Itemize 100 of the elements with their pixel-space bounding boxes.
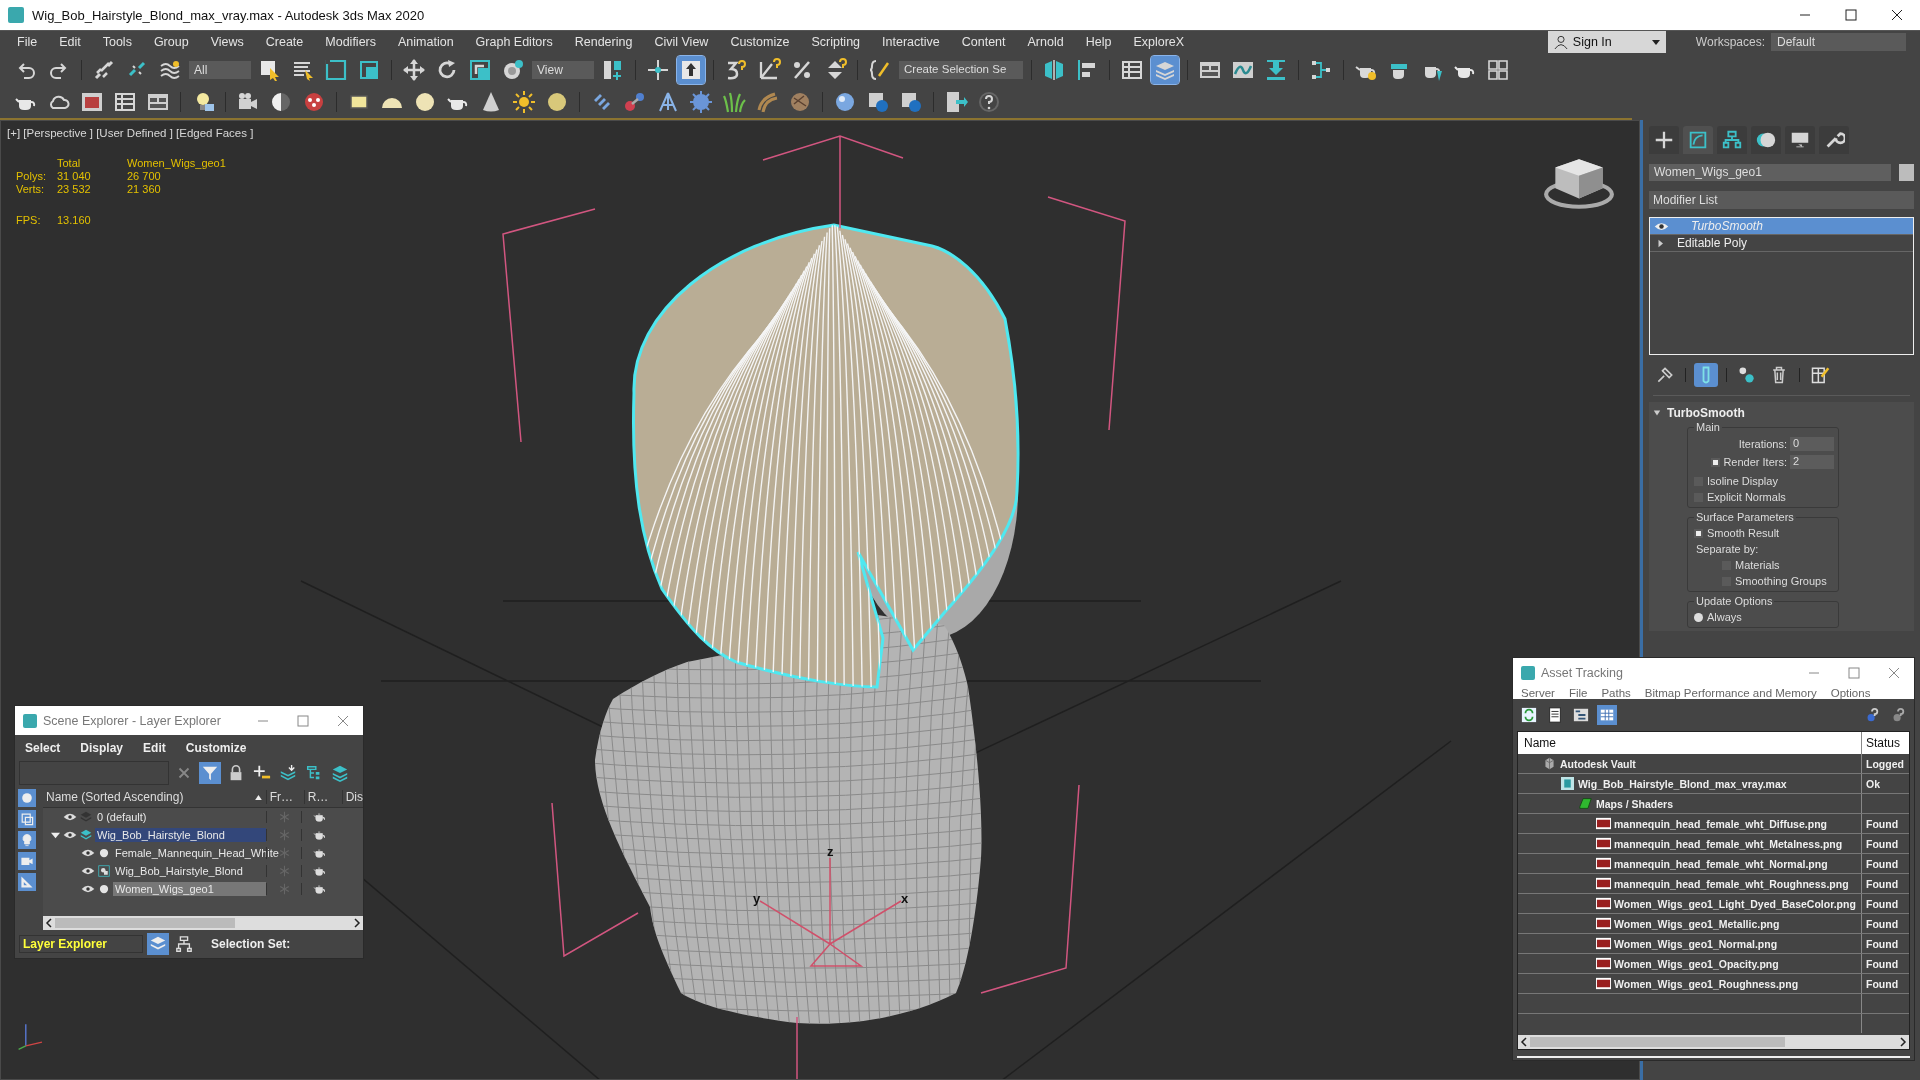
named-selection-field[interactable]: Create Selection Se xyxy=(899,60,1023,79)
scrollbar-thumb[interactable] xyxy=(55,918,235,928)
wrench-icon[interactable] xyxy=(1819,126,1849,154)
always-radio[interactable] xyxy=(1694,612,1703,622)
user-icon xyxy=(1553,35,1568,49)
menu-item[interactable]: Help xyxy=(1074,35,1123,49)
explorer-type-dropdown[interactable]: Layer Explorer xyxy=(19,935,143,953)
menu-item[interactable]: Display xyxy=(80,741,124,759)
scroll-right-icon[interactable] xyxy=(1897,1036,1909,1048)
object-name[interactable]: Women_Wigs_geo1 xyxy=(113,882,266,896)
hierarchy-icon[interactable] xyxy=(173,933,195,955)
menu-item[interactable]: Server xyxy=(1521,687,1555,699)
ruler-icon[interactable] xyxy=(18,873,36,891)
object-color-swatch[interactable] xyxy=(1899,164,1914,181)
menu-item[interactable]: Tools xyxy=(91,35,143,49)
object-name[interactable]: Female_Mannequin_Head_White xyxy=(113,846,281,860)
display-icon[interactable] xyxy=(1785,126,1815,154)
menu-item[interactable]: Edit xyxy=(48,35,92,49)
iterations-spinner[interactable]: 0 xyxy=(1790,437,1834,451)
eye-icon[interactable] xyxy=(63,812,77,822)
menu-item[interactable]: Rendering xyxy=(563,35,644,49)
camera-icon[interactable] xyxy=(18,852,36,870)
render-iters-spinner[interactable]: 2 xyxy=(1790,455,1834,469)
teapot-icon[interactable] xyxy=(312,883,326,895)
collapse-triangle-icon[interactable] xyxy=(1653,409,1661,417)
eye-icon[interactable] xyxy=(81,848,95,858)
filter-icon[interactable] xyxy=(199,762,221,784)
checkbox-label: Materials xyxy=(1735,559,1780,571)
layers-icon xyxy=(80,811,92,823)
menu-item[interactable]: Paths xyxy=(1601,687,1631,699)
menu-item[interactable]: Create xyxy=(254,35,315,49)
menu-item[interactable]: Scripting xyxy=(800,35,872,49)
menu-item[interactable]: Views xyxy=(199,35,255,49)
reference-coordinate-dropdown[interactable]: View xyxy=(532,60,594,79)
menu-item[interactable]: Options xyxy=(1830,687,1871,699)
modifier-stack-item[interactable]: Editable Poly xyxy=(1650,235,1913,252)
table-view-icon[interactable] xyxy=(1597,705,1617,725)
show-end-result-icon[interactable] xyxy=(1694,363,1718,387)
render-iters-checkbox[interactable] xyxy=(1711,457,1721,467)
teapot-icon[interactable] xyxy=(312,811,326,823)
refresh-icon[interactable] xyxy=(1519,705,1539,725)
eye-icon[interactable] xyxy=(81,866,95,876)
workspaces-dropdown[interactable]: Default xyxy=(1771,33,1906,51)
teapot-icon[interactable] xyxy=(312,829,326,841)
modifier-list-dropdown[interactable]: Modifier List xyxy=(1649,191,1914,209)
menu-item[interactable]: ExploreX xyxy=(1122,35,1196,49)
menu-item[interactable]: File xyxy=(6,35,49,49)
asset-name[interactable]: Autodesk Vault xyxy=(1560,757,1636,770)
snowflake-icon[interactable] xyxy=(277,847,291,859)
eye-icon[interactable] xyxy=(81,884,95,894)
sign-in-dropdown[interactable]: Sign In xyxy=(1547,31,1666,53)
menu-item[interactable]: Edit xyxy=(143,741,166,759)
scroll-left-icon[interactable] xyxy=(1518,1036,1530,1048)
object-name-field[interactable]: Women_Wigs_geo1 xyxy=(1649,164,1891,181)
image-file-icon xyxy=(1596,957,1611,970)
column-header[interactable]: Fr… xyxy=(265,790,304,804)
menu-item[interactable]: File xyxy=(1568,687,1588,699)
menu-item[interactable]: Select xyxy=(25,741,61,759)
expand-triangle-icon[interactable] xyxy=(51,830,60,840)
eye-icon[interactable] xyxy=(1654,220,1669,232)
menu-item[interactable]: Interactive xyxy=(871,35,951,49)
sort-ascending-icon xyxy=(254,794,262,800)
scroll-left-icon[interactable] xyxy=(43,917,55,929)
menu-item[interactable]: Customize xyxy=(719,35,801,49)
scroll-right-icon[interactable] xyxy=(351,917,363,929)
sun-icon[interactable] xyxy=(510,88,538,116)
keyboard-override-icon[interactable] xyxy=(677,55,705,84)
menu-item[interactable]: Arnold xyxy=(1016,35,1075,49)
image-file-icon xyxy=(1596,817,1611,830)
column-header[interactable]: Name (Sorted Ascending) xyxy=(43,790,265,804)
column-header[interactable]: Status xyxy=(1861,732,1909,754)
teapot-icon[interactable] xyxy=(312,847,326,859)
menu-item[interactable]: Bitmap Performance and Memory xyxy=(1644,687,1817,699)
object-name[interactable]: Wig_Bob_Hairstyle_Blond xyxy=(113,864,266,878)
menu-item[interactable]: Group xyxy=(142,35,200,49)
teapot-icon[interactable] xyxy=(312,865,326,877)
modify-icon[interactable] xyxy=(1683,126,1713,154)
menu-item[interactable]: Customize xyxy=(185,741,247,759)
layer-name[interactable]: 0 (default) xyxy=(95,810,266,824)
plus-icon[interactable] xyxy=(1649,126,1679,154)
eye-icon[interactable] xyxy=(63,830,77,840)
shapes-icon[interactable] xyxy=(18,810,36,828)
column-header[interactable]: Dis xyxy=(341,790,363,804)
hierarchy-icon[interactable] xyxy=(1717,126,1747,154)
viewport-label[interactable]: [+] [Perspective ] [User Defined ] [Edged Faces ] xyxy=(7,127,254,139)
rollout-title[interactable]: TurboSmooth xyxy=(1667,406,1745,420)
scrollbar-thumb[interactable] xyxy=(1530,1037,1785,1047)
motion-icon[interactable] xyxy=(1751,126,1781,154)
menu-item[interactable]: Civil View xyxy=(643,35,720,49)
menu-item[interactable]: Animation xyxy=(387,35,465,49)
smooth-result-checkbox[interactable] xyxy=(1694,528,1703,538)
menu-item[interactable]: Content xyxy=(950,35,1017,49)
selection-filter-dropdown[interactable]: All xyxy=(189,60,251,79)
caret-icon xyxy=(1651,39,1660,45)
menu-item[interactable]: Graph Editors xyxy=(464,35,564,49)
stats-header: Total xyxy=(57,157,82,169)
layer-name[interactable]: Wig_Bob_Hairstyle_Blond xyxy=(95,828,266,842)
column-header[interactable]: R… xyxy=(303,790,342,804)
image-file-icon xyxy=(1596,877,1611,890)
menu-item[interactable]: Modifiers xyxy=(314,35,387,49)
